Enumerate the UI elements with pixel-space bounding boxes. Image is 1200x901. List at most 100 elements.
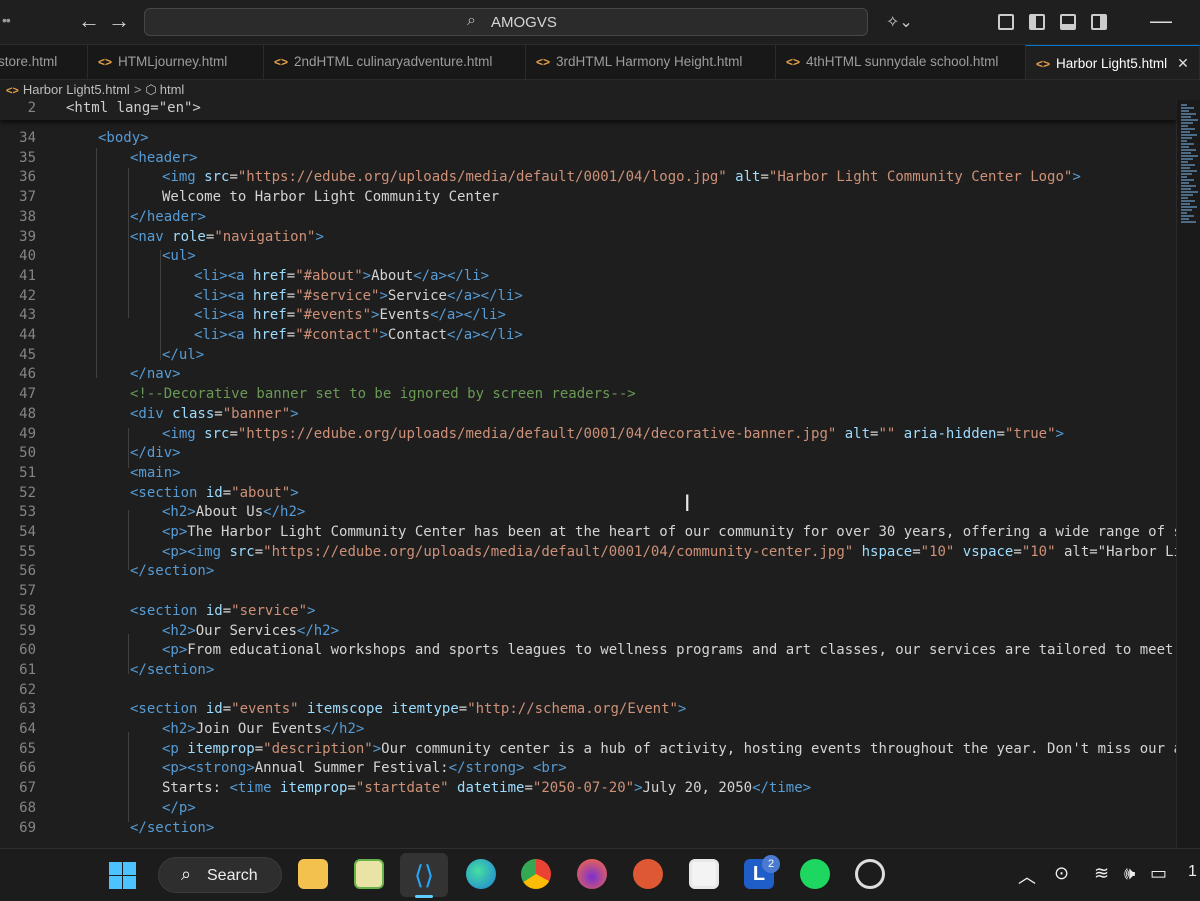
close-icon[interactable]: ✕ (1177, 55, 1189, 71)
code-text: <p><strong>Annual Summer Festival:</stro… (162, 760, 567, 777)
code-text: </div> (130, 445, 181, 462)
tab-label: 2ndHTML culinaryadventure.html (294, 54, 493, 69)
code-line[interactable]: 36 <img src="https://edube.org/uploads/me… (0, 167, 1176, 187)
minimap[interactable] (1176, 100, 1200, 850)
code-line[interactable]: 39 <nav role="navigation"> (0, 227, 1176, 247)
line-number: 57 (19, 583, 36, 600)
minimize-icon[interactable]: — (1150, 8, 1172, 34)
copilot-icon[interactable]: ✧⌄ (886, 12, 913, 32)
line-number: 67 (19, 780, 36, 797)
minimap-line (1181, 113, 1196, 115)
code-line[interactable]: 45 </ul> (0, 345, 1176, 365)
obs-icon[interactable] (855, 859, 885, 889)
code-line[interactable]: 67 Starts: <time itemprop="startdate" dat… (0, 778, 1176, 798)
code-text: <li><a href="#service">Service</a></li> (194, 287, 523, 304)
command-center-search[interactable]: ⌕ AMOGVS (144, 8, 868, 36)
spotify-icon[interactable] (800, 859, 830, 889)
chrome-icon[interactable] (521, 859, 551, 889)
code-text: Starts: <time itemprop="startdate" datet… (162, 780, 812, 797)
firefox-icon[interactable] (577, 859, 607, 889)
edge-icon[interactable] (466, 859, 496, 889)
line-number: 69 (19, 819, 36, 836)
code-line[interactable]: 56 </section> (0, 561, 1176, 581)
code-line[interactable]: 58 <section id="service"> (0, 601, 1176, 621)
line-number: 62 (19, 681, 36, 698)
code-line[interactable]: 68 </p> (0, 798, 1176, 818)
breadcrumb-element[interactable]: html (160, 82, 185, 97)
line-number: 47 (19, 386, 36, 403)
line-number: 64 (19, 721, 36, 737)
code-line[interactable]: 40 <ul> (0, 246, 1176, 266)
breadcrumb: <> Harbor Light5.html > ⬡ html (0, 80, 1200, 100)
code-line[interactable]: 62 (0, 680, 1176, 700)
code-line[interactable]: 65 <p itemprop="description">Our communit… (0, 739, 1200, 759)
file-explorer-icon[interactable] (298, 859, 328, 889)
tab-label: 3rdHTML Harmony Height.html (556, 54, 743, 69)
tab-store[interactable]: store.html (0, 45, 88, 79)
windows-start-icon[interactable] (104, 857, 140, 893)
back-arrow-icon[interactable]: ← (78, 8, 100, 34)
tab-3rdhtml[interactable]: <> 3rdHTML Harmony Height.html (526, 45, 776, 79)
code-line[interactable]: 35 <header> (0, 148, 1176, 168)
code-line[interactable]: 48 <div class="banner"> (0, 404, 1176, 424)
code-text: <section id="events" itemscope itemtype=… (130, 701, 687, 718)
code-line[interactable]: 51 <main> (0, 463, 1176, 483)
menu-overflow-icon[interactable]: •• (2, 12, 11, 28)
code-line[interactable]: 43 <li><a href="#events">Events</a></li> (0, 305, 1176, 325)
wifi-icon[interactable]: ≋ (1094, 863, 1109, 884)
code-text: <p>The Harbor Light Community Center has… (162, 524, 1200, 540)
code-line[interactable]: 42 <li><a href="#service">Service</a></li… (0, 286, 1176, 306)
code-line[interactable]: 64 <h2>Join Our Events</h2> (0, 719, 1176, 739)
code-line[interactable]: 59 <h2>Our Services</h2> (0, 621, 1176, 641)
tab-2ndhtml[interactable]: <> 2ndHTML culinaryadventure.html (264, 45, 526, 79)
code-line[interactable]: 66 <p><strong>Annual Summer Festival:</st… (0, 758, 1176, 778)
code-line[interactable]: 54 <p>The Harbor Light Community Center h… (0, 522, 1200, 542)
search-label: Search (207, 867, 258, 884)
code-line[interactable]: 38 </header> (0, 207, 1176, 227)
code-line[interactable]: 37 Welcome to Harbor Light Community Cent… (0, 187, 1176, 207)
taskbar-search[interactable]: ⌕ Search (158, 857, 282, 893)
toggle-secondary-sidebar-icon[interactable] (1091, 14, 1107, 30)
vscode-taskbar-button[interactable]: ⟨⟩ (400, 853, 448, 897)
clock[interactable]: 1 (1188, 863, 1197, 881)
microsoft-store-icon[interactable] (689, 859, 719, 889)
minimap-line (1181, 125, 1188, 127)
code-line[interactable]: 63 <section id="events" itemscope itemtyp… (0, 699, 1176, 719)
code-line[interactable]: 53 <h2>About Us</h2> (0, 502, 1176, 522)
code-editor[interactable]: 2 <html lang="en"> 34 <body> 35 <header> 36 <… (0, 100, 1200, 850)
customize-layout-icon[interactable] (998, 14, 1014, 30)
code-line[interactable]: 49 <img src="https://edube.org/uploads/me… (0, 424, 1176, 444)
code-line[interactable]: 41 <li><a href="#about">About</a></li> (0, 266, 1176, 286)
code-line[interactable]: 44 <li><a href="#contact">Contact</a></li… (0, 325, 1176, 345)
code-line[interactable]: 61 </section> (0, 660, 1176, 680)
tab-htmljourney[interactable]: <> HTMLjourney.html (88, 45, 264, 79)
notepad-icon[interactable] (354, 859, 384, 889)
tab-4thhtml[interactable]: <> 4thHTML sunnydale school.html (776, 45, 1026, 79)
code-line[interactable]: 55 <p><img src="https://edube.org/uploads… (0, 542, 1200, 562)
vscode-icon: ⟨⟩ (413, 860, 435, 890)
toggle-sidebar-icon[interactable] (1029, 14, 1045, 30)
code-line[interactable]: 50 </div> (0, 443, 1176, 463)
minimap-line (1181, 161, 1188, 163)
code-line[interactable]: 34 <body> (0, 128, 1176, 148)
line-number: 54 (19, 524, 36, 540)
minimap-line (1181, 176, 1187, 178)
code-line[interactable]: 47 <!--Decorative banner set to be ignore… (0, 384, 1176, 404)
obs-tray-icon[interactable]: ⊙ (1054, 863, 1069, 884)
code-line[interactable]: 52 <section id="about"> (0, 483, 1176, 503)
breadcrumb-file[interactable]: Harbor Light5.html (23, 82, 130, 97)
volume-icon[interactable]: 🕪 (1124, 863, 1135, 884)
code-line[interactable]: 57 (0, 581, 1176, 601)
duckduckgo-icon[interactable] (633, 859, 663, 889)
battery-icon[interactable]: ▭ (1150, 863, 1167, 884)
line-number: 35 (19, 149, 36, 166)
code-line[interactable]: 60 <p>From educational workshops and spor… (0, 640, 1200, 660)
code-line[interactable]: 69 </section> (0, 818, 1176, 838)
code-line[interactable]: 46 </nav> (0, 364, 1176, 384)
toggle-panel-icon[interactable] (1060, 14, 1076, 30)
forward-arrow-icon[interactable]: → (108, 8, 130, 34)
tab-harbor-light5[interactable]: <> Harbor Light5.html ✕ (1026, 45, 1200, 79)
chevron-up-icon[interactable]: ︿ (1018, 863, 1036, 889)
title-bar: •• ← → ⌕ AMOGVS ✧⌄ — (0, 0, 1200, 45)
sticky-scroll-line[interactable]: 2 <html lang="en"> (0, 100, 1176, 120)
